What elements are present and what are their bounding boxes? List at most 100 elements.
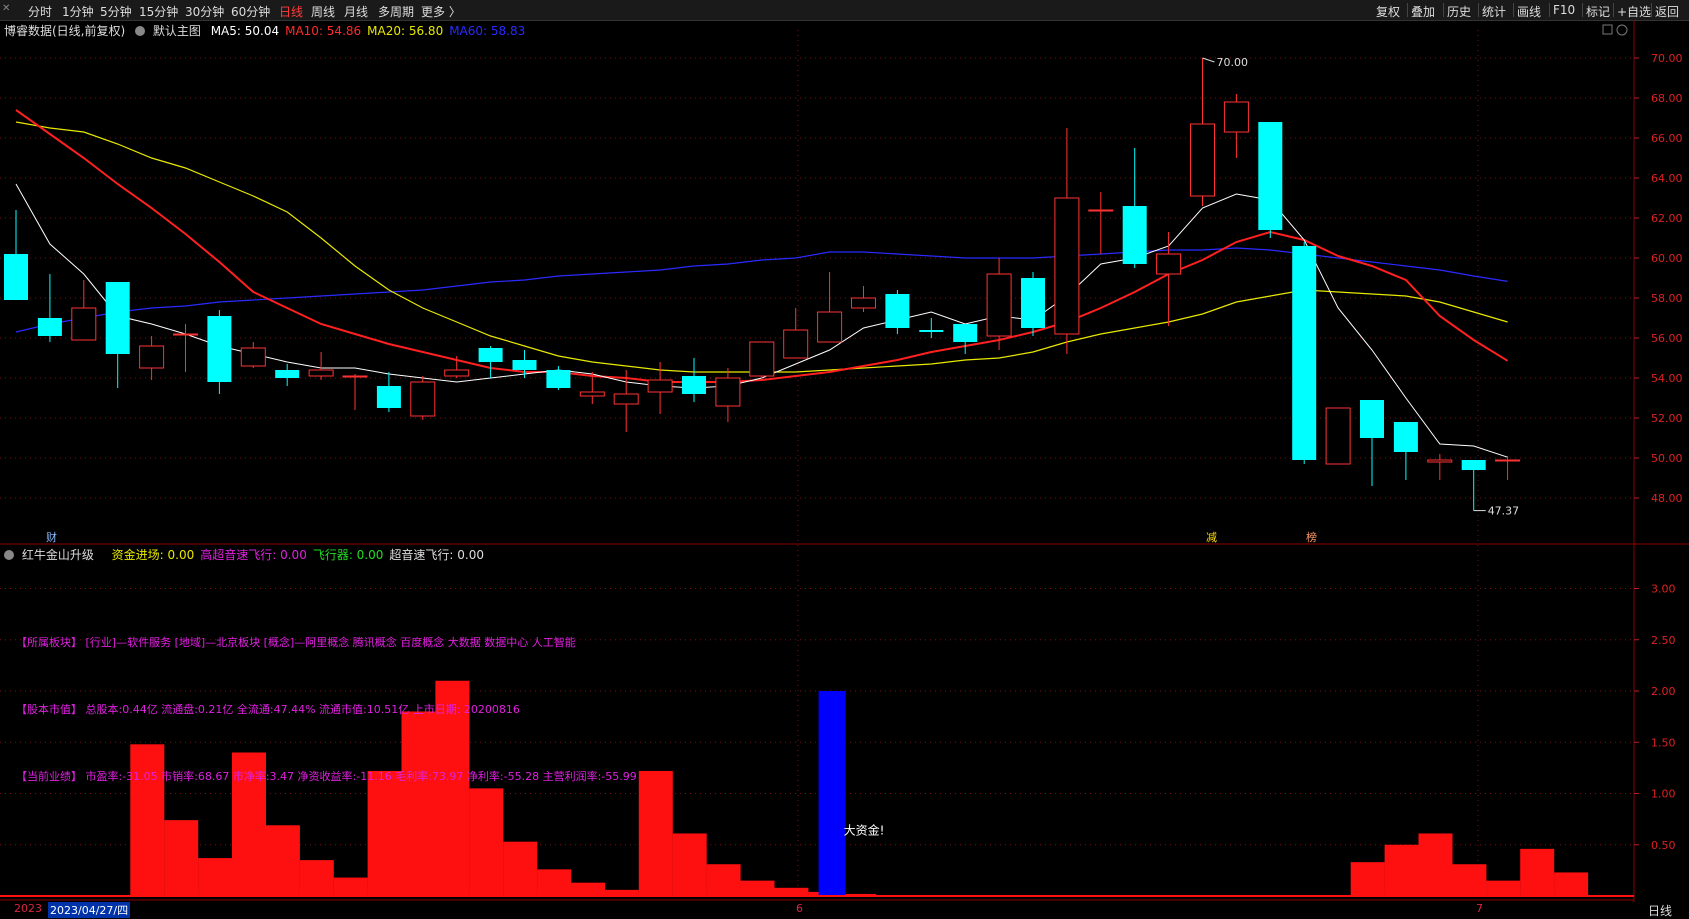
indicator-tick-label: 2.00 — [1651, 685, 1676, 698]
price-tick-label: 56.00 — [1651, 332, 1683, 345]
event-marker[interactable]: 减 — [1206, 531, 1217, 544]
candle-body-up — [308, 369, 334, 377]
template-label[interactable]: 默认主图 — [153, 24, 201, 38]
ma5-line — [15, 183, 1508, 458]
candle-body-up — [647, 379, 673, 393]
candle-body-up — [444, 369, 470, 377]
money-flow-bar — [1350, 862, 1385, 896]
money-flow-bar — [401, 711, 436, 896]
sub-chart-header: 红牛金山升级 资金进场: 0.00 高超音速飞行: 0.00 飞行器: 0.00 超音… — [4, 546, 490, 563]
ma-label-3: MA60: 58.83 — [449, 24, 526, 38]
indicator-title[interactable]: 红牛金山升级 — [22, 548, 94, 562]
template-icon[interactable] — [135, 26, 146, 36]
candle-body-down — [1258, 122, 1283, 230]
indicator-field-3: 超音速飞行: 0.00 — [389, 548, 484, 562]
money-flow-bar — [571, 882, 605, 896]
candle-body-down — [1021, 278, 1045, 328]
money-flow-bar — [299, 860, 334, 896]
money-flow-bar — [774, 887, 809, 896]
candle-body-up — [1223, 101, 1249, 133]
stock-title[interactable]: 博睿数据(日线,前复权) — [4, 24, 125, 38]
candle-body-up — [817, 311, 843, 343]
date-axis: 2023 2023/04/27/四 6 7 日线 — [0, 902, 1689, 918]
candle-body-down — [37, 318, 62, 336]
high-pointer — [1202, 57, 1215, 63]
window-toggle-icon[interactable] — [1602, 24, 1613, 35]
candle-body-down — [478, 348, 503, 362]
candle-body-down — [105, 282, 130, 354]
candle-body-down — [207, 316, 232, 382]
candle-body-up — [342, 375, 368, 378]
low-price-label: 47.37 — [1488, 505, 1520, 518]
price-tick-label: 52.00 — [1651, 412, 1683, 425]
indicator-tick-label: 1.00 — [1651, 788, 1676, 801]
candle-body-down — [1122, 206, 1147, 264]
cursor-date: 2023/04/27/四 — [48, 902, 131, 918]
price-tick-label: 58.00 — [1651, 292, 1683, 305]
candle-body-down — [546, 370, 571, 388]
indicator-tick-label: 0.50 — [1651, 839, 1676, 852]
indicator-icon[interactable] — [4, 550, 14, 560]
ma-legend: MA5: 50.04 MA10: 54.86 MA20: 56.80 MA60: 58… — [205, 24, 526, 38]
candle-body-down — [1360, 400, 1384, 438]
performance-info: 【当前业绩】 市盈率:-31.05 市销率:68.67 市净率:3.47 净资收… — [16, 770, 637, 783]
event-marker[interactable]: 财 — [46, 530, 57, 544]
period-indicator[interactable]: 日线 — [1648, 902, 1672, 919]
candle-body-down — [376, 386, 401, 408]
indicator-fields: 资金进场: 0.00 高超音速飞行: 0.00 飞行器: 0.00 超音速飞行: 0.… — [112, 548, 490, 562]
money-flow-bar — [198, 858, 233, 896]
capital-info: 【股本市值】 总股本:0.44亿 流通盘:0.21亿 全流通:47.44% 流通… — [16, 703, 520, 716]
money-flow-bar — [1384, 844, 1419, 896]
candle-body-down — [1292, 246, 1317, 460]
money-flow-bar — [638, 770, 673, 896]
candle-body-up — [1054, 197, 1080, 335]
price-tick-label: 48.00 — [1651, 492, 1683, 505]
money-flow-bar — [333, 877, 368, 896]
money-flow-bar — [1520, 848, 1555, 896]
candle-body-down — [4, 254, 28, 300]
price-tick-label: 70.00 — [1651, 52, 1683, 65]
money-flow-bar — [1486, 880, 1521, 896]
money-flow-bar — [367, 770, 402, 896]
money-flow-bar — [469, 788, 504, 896]
money-flow-bar — [1418, 833, 1453, 896]
indicator-tick-label: 2.50 — [1651, 634, 1676, 647]
money-flow-bar — [706, 864, 741, 896]
candle-body-up — [1088, 209, 1114, 212]
candle-body-up — [749, 341, 775, 377]
money-flow-bar — [164, 820, 199, 896]
price-tick-label: 60.00 — [1651, 252, 1683, 265]
money-flow-bar — [672, 833, 707, 896]
candle-body-down — [682, 376, 706, 394]
candle-body-up — [613, 393, 639, 405]
indicator-field-1: 高超音速飞行: 0.00 — [200, 548, 307, 562]
main-chart-header: 博睿数据(日线,前复权) 默认主图 MA5: 50.04 MA10: 54.86 M… — [4, 22, 525, 39]
price-tick-label: 68.00 — [1651, 92, 1683, 105]
event-marker[interactable]: 榜 — [1306, 530, 1317, 544]
candle-body-up — [71, 307, 97, 341]
candle-body-up — [410, 381, 436, 417]
candle-body-up — [986, 273, 1012, 337]
candle-body-up — [1427, 459, 1453, 463]
candle-body-up — [1495, 459, 1521, 462]
candle-body-up — [1156, 253, 1182, 275]
ma-label-0: MA5: 50.04 — [210, 24, 280, 38]
price-tick-label: 50.00 — [1651, 452, 1683, 465]
high-price-label: 70.00 — [1217, 56, 1249, 69]
candle-body-down — [1393, 422, 1418, 452]
candle-body-up — [173, 333, 198, 336]
price-tick-label: 66.00 — [1651, 132, 1683, 145]
candle-body-up — [579, 391, 605, 397]
month-mark-7: 7 — [1476, 902, 1483, 915]
candle-body-down — [885, 294, 910, 328]
candle-body-up — [1190, 123, 1215, 197]
candle-body-up — [715, 377, 741, 407]
candle-body-up — [851, 297, 876, 309]
price-tick-label: 54.00 — [1651, 372, 1683, 385]
ma-label-1: MA10: 54.86 — [285, 24, 362, 38]
candle-body-up — [783, 329, 809, 359]
indicator-field-2: 飞行器: 0.00 — [312, 548, 384, 562]
money-flow-bar — [1452, 864, 1487, 896]
price-tick-label: 64.00 — [1651, 172, 1683, 185]
settings-icon[interactable] — [1616, 24, 1628, 36]
